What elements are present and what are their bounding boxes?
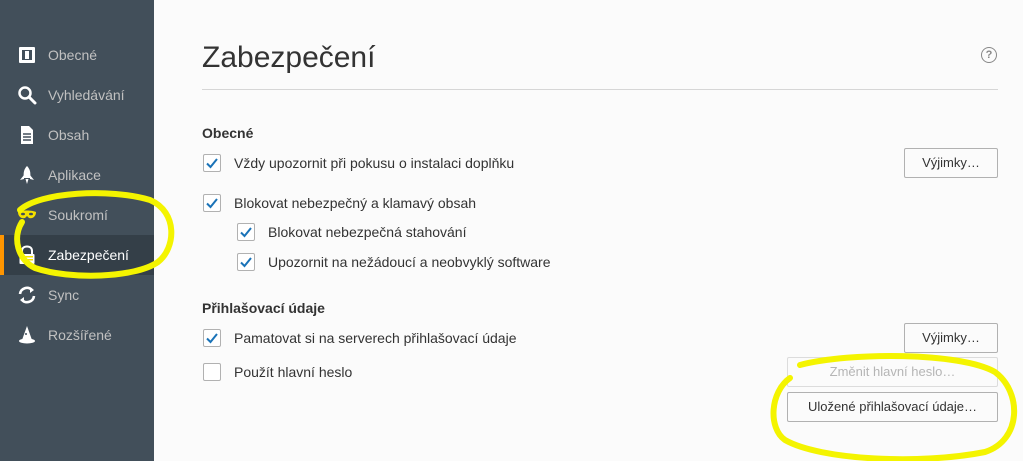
block-downloads-checkbox[interactable] bbox=[237, 223, 255, 241]
sidebar-item-label: Obsah bbox=[48, 127, 90, 143]
remember-logins-checkbox[interactable] bbox=[203, 329, 221, 347]
sidebar-item-applications[interactable]: Aplikace bbox=[0, 155, 154, 195]
saved-logins-button[interactable]: Uložené přihlašovací údaje… bbox=[787, 392, 998, 422]
sidebar-item-security[interactable]: Zabezpečení bbox=[0, 235, 154, 275]
sync-icon bbox=[18, 286, 36, 304]
sidebar-item-label: Soukromí bbox=[48, 207, 108, 223]
warn-addons-row: Vždy upozornit při pokusu o instalaci do… bbox=[203, 152, 514, 174]
sidebar-item-label: Zabezpečení bbox=[48, 247, 129, 263]
wizard-hat-icon bbox=[19, 326, 35, 344]
section-title-logins: Přihlašovací údaje bbox=[202, 300, 325, 316]
sidebar-item-content[interactable]: Obsah bbox=[0, 115, 154, 155]
checkmark-icon bbox=[206, 198, 218, 209]
block-downloads-label: Blokovat nebezpečná stahování bbox=[268, 224, 467, 240]
sidebar-item-general[interactable]: Obecné bbox=[0, 35, 154, 75]
mask-icon bbox=[18, 210, 36, 219]
sidebar-item-privacy[interactable]: Soukromí bbox=[0, 195, 154, 235]
remember-logins-row: Pamatovat si na serverech přihlašovací ú… bbox=[203, 327, 516, 349]
master-password-checkbox[interactable] bbox=[203, 363, 221, 381]
lock-icon bbox=[19, 245, 35, 264]
checkmark-icon bbox=[240, 257, 252, 268]
section-title-general: Obecné bbox=[202, 125, 254, 141]
addons-exceptions-button[interactable]: Výjimky… bbox=[904, 148, 998, 178]
search-icon bbox=[18, 86, 37, 105]
checkmark-icon bbox=[206, 158, 218, 169]
remember-logins-label: Pamatovat si na serverech přihlašovací ú… bbox=[234, 330, 517, 346]
sidebar-item-search[interactable]: Vyhledávání bbox=[0, 75, 154, 115]
change-master-password-button[interactable]: Změnit hlavní heslo… bbox=[787, 357, 998, 387]
logins-exceptions-button[interactable]: Výjimky… bbox=[904, 323, 998, 353]
sidebar-item-advanced[interactable]: Rozšířené bbox=[0, 315, 154, 355]
sidebar-item-label: Rozšířené bbox=[48, 327, 112, 343]
sidebar-item-sync[interactable]: Sync bbox=[0, 275, 154, 315]
main-panel: Zabezpečení ? Obecné Vždy upozornit při … bbox=[154, 0, 1023, 461]
checkmark-icon bbox=[206, 333, 218, 344]
warn-unwanted-checkbox[interactable] bbox=[237, 253, 255, 271]
general-icon bbox=[19, 47, 35, 63]
warn-addons-label: Vždy upozornit při pokusu o instalaci do… bbox=[234, 155, 515, 171]
block-dangerous-label: Blokovat nebezpečný a klamavý obsah bbox=[234, 195, 477, 211]
master-password-row: Použít hlavní heslo bbox=[203, 361, 352, 383]
page-title: Zabezpečení bbox=[202, 41, 376, 74]
warn-unwanted-label: Upozornit na nežádoucí a neobvyklý softw… bbox=[268, 254, 551, 270]
sidebar: Obecné Vyhledávání Obsah Aplikace Soukro… bbox=[0, 0, 154, 461]
sidebar-item-label: Vyhledávání bbox=[48, 87, 125, 103]
warn-addons-checkbox[interactable] bbox=[203, 154, 221, 172]
sidebar-item-label: Aplikace bbox=[48, 167, 101, 183]
warn-unwanted-row: Upozornit na nežádoucí a neobvyklý softw… bbox=[237, 251, 551, 273]
block-downloads-row: Blokovat nebezpečná stahování bbox=[237, 221, 466, 243]
block-dangerous-row: Blokovat nebezpečný a klamavý obsah bbox=[203, 192, 476, 214]
rocket-icon bbox=[20, 166, 34, 184]
checkmark-icon bbox=[240, 227, 252, 238]
block-dangerous-checkbox[interactable] bbox=[203, 194, 221, 212]
help-icon[interactable]: ? bbox=[981, 47, 997, 63]
document-icon bbox=[21, 126, 33, 144]
sidebar-item-label: Obecné bbox=[48, 47, 98, 63]
master-password-label: Použít hlavní heslo bbox=[234, 364, 353, 380]
divider bbox=[202, 89, 998, 90]
sidebar-item-label: Sync bbox=[48, 287, 80, 303]
